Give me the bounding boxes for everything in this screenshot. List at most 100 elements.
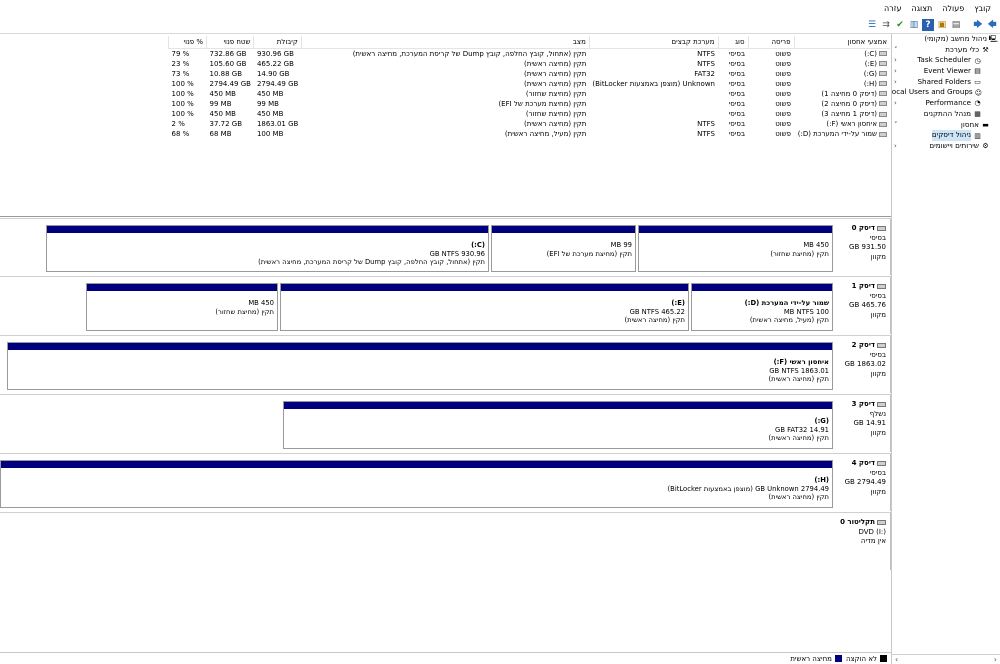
disk-label[interactable]: תקליטור 0 DVD (I:) אין מדיה — [839, 513, 891, 570]
menu-file[interactable]: קובץ — [969, 4, 996, 13]
partition-block[interactable]: 450 MB תקין (מחיצת שחזור) — [86, 283, 278, 331]
tree-item[interactable]: ◷ Task Scheduler ‹ — [892, 55, 1000, 66]
cell-capacity: 1863.01 GB — [256, 120, 299, 129]
column-header-type[interactable]: סוג — [717, 36, 748, 49]
tree-item[interactable]: ▭ Shared Folders ‹ — [892, 77, 1000, 88]
partition-size: 14.91 GB FAT32 — [775, 425, 829, 434]
device-manager-icon: ▦ — [974, 110, 981, 119]
menu-action[interactable]: פעולה — [937, 4, 969, 13]
partition-block[interactable]: (G:) 14.91 GB FAT32 תקין (מחיצה ראשית) — [283, 401, 833, 449]
table-row[interactable]: (דיסק 1 מחיצה 3) פשוט בסיסי תקין (מחיצת שחז… — [169, 109, 890, 119]
show-tree-icon[interactable]: ▤ — [950, 19, 962, 31]
partition-block[interactable]: 99 MB תקין (מחיצת מערכת של EFI) — [491, 225, 636, 272]
tree-item[interactable]: ⚒ כלי מערכת ˅ — [892, 45, 1000, 56]
check-icon[interactable]: ✔ — [894, 19, 906, 31]
disk-name: תקליטור 0 — [840, 518, 875, 526]
help-icon[interactable]: ? — [922, 18, 934, 31]
tree-item-label: אחסון — [960, 119, 979, 129]
disk-name: דיסק 1 — [851, 282, 875, 290]
expand-chevron-icon[interactable]: ‹ — [892, 98, 897, 109]
column-header-layout[interactable]: פריסה — [747, 36, 794, 49]
cell-capacity: 465.22 GB — [256, 59, 294, 68]
back-icon[interactable]: 🡄 — [986, 19, 998, 31]
column-header-status[interactable]: מצב — [300, 36, 590, 49]
tree-horizontal-scrollbar[interactable]: ‹ › — [891, 654, 1000, 664]
partition-block[interactable]: איחסון ראשי (F:) 1863.01 GB NTFS תקין (מחי… — [7, 342, 833, 390]
console-icon[interactable]: ▥ — [908, 19, 920, 31]
tree-item[interactable]: ◔ Performance ‹ — [892, 98, 1000, 109]
table-row[interactable]: (H:) פשוט בסיסי Unknown (מוצפן באמצעות BitL… — [169, 79, 890, 89]
disk-label[interactable]: דיסק 2 בסיסי 1863.02 GB מקוון — [839, 336, 891, 393]
table-header-row: אמצעי אחסון פריסה סוג מערכת קבצים מצב קי… — [168, 36, 890, 49]
clock-icon: ◷ — [974, 56, 981, 65]
cell-status: תקין (אתחול, קובץ החלפה, קובץ Dump של קר… — [352, 49, 587, 58]
cell-percent-free: 100 % — [171, 110, 194, 119]
legend-item-primary: מחיצה ראשית — [790, 655, 842, 663]
cell-type: בסיסי — [728, 79, 745, 88]
expand-chevron-icon[interactable]: ˅ — [892, 45, 898, 56]
table-row[interactable]: (דיסק 0 מחיצה 1) פשוט בסיסי תקין (מחיצת שחז… — [169, 89, 890, 99]
tree-item[interactable]: ▦ מנהל ההתקנים — [892, 109, 1000, 120]
expand-chevron-icon[interactable]: ‹ — [892, 77, 897, 88]
partition-block[interactable]: שמור על-ידי המערכת (D:) 100 MB NTFS תקין (… — [691, 283, 833, 331]
table-row[interactable]: איחסון ראשי (F:) פשוט בסיסי NTFS תקין (מחיצה… — [169, 119, 890, 129]
tools-icon: ⚒ — [982, 46, 989, 55]
disk-size: 14.91 GB — [853, 419, 886, 428]
disk-label[interactable]: דיסק 4 בסיסי 2794.49 GB מקוון — [839, 454, 891, 511]
menu-view[interactable]: תצוגה — [907, 4, 938, 13]
expand-chevron-icon[interactable]: ˅ — [892, 120, 898, 131]
disk-state: מקוון — [870, 369, 886, 378]
column-header-filesystem[interactable]: מערכת קבצים — [588, 36, 718, 49]
tree-item[interactable]: ▤ Event Viewer ‹ — [892, 66, 1000, 77]
tree-item[interactable]: ⚙ שירותים ויישומים ‹ — [892, 141, 1000, 152]
scroll-right-icon[interactable]: › — [994, 655, 997, 664]
column-header-percent-free[interactable]: % פנוי — [168, 36, 207, 49]
disk-icon — [877, 342, 886, 348]
tree-item[interactable]: ☺Local Users and Groups‹ — [892, 87, 1000, 98]
cell-status: תקין (מחיצה ראשית) — [524, 79, 587, 88]
cell-type: בסיסי — [728, 120, 745, 129]
disk-label[interactable]: דיסק 1 בסיסי 465.76 GB מקוון — [839, 277, 891, 334]
disk-state: מקוון — [870, 310, 886, 319]
scroll-left-icon[interactable]: ‹ — [895, 655, 898, 664]
table-row[interactable]: שמור על-ידי המערכת (D:) פשוט בסיסי NTFS תקין… — [169, 129, 890, 139]
tree-item[interactable]: ▬ אחסון ˅ — [892, 120, 1000, 131]
tree-item-label: Performance — [925, 98, 971, 108]
disk-label[interactable]: דיסק 3 נשלף 14.91 GB מקוון — [839, 395, 891, 452]
toolbar-separator — [964, 19, 970, 31]
tree-item[interactable]: ▥ ניהול דיסקים — [892, 130, 1000, 141]
list-icon[interactable]: ☰ — [866, 19, 878, 31]
column-header-capacity[interactable]: קיבולת — [253, 36, 302, 49]
cell-capacity: 930.96 GB — [256, 49, 294, 58]
disk-label[interactable]: דיסק 0 בסיסי 931.50 GB מקוון — [839, 219, 891, 275]
table-row[interactable]: (E:) פשוט בסיסי NTFS תקין (מחיצה ראשית) 465.2… — [169, 59, 890, 69]
expand-chevron-icon[interactable]: ‹ — [892, 66, 897, 77]
expand-chevron-icon[interactable]: ‹ — [892, 55, 897, 66]
cell-status: תקין (מחיצה ראשית) — [524, 120, 587, 129]
disk-size: 1863.02 GB — [844, 360, 886, 369]
column-header-free-space[interactable]: שטח פנוי — [206, 36, 254, 49]
cell-percent-free: 73 % — [171, 69, 190, 78]
disk-icon — [877, 225, 886, 231]
table-row[interactable]: (G:) פשוט בסיסי FAT32 תקין (מחיצה ראשית) 14.9… — [169, 69, 890, 79]
menu-bar: קובץ פעולה תצוגה עזרה — [0, 0, 1000, 16]
cell-percent-free: 100 % — [171, 89, 194, 98]
menu-help[interactable]: עזרה — [879, 4, 907, 13]
partition-block[interactable]: (E:) 465.22 GB NTFS תקין (מחיצה ראשית) — [280, 283, 689, 331]
forward-icon[interactable]: 🡆 — [972, 19, 984, 31]
table-row[interactable]: (C:) פשוט בסיסי NTFS תקין (אתחול, קובץ החלפה… — [169, 48, 890, 59]
column-header-volume[interactable]: אמצעי אחסון — [793, 36, 890, 49]
cell-capacity: 100 MB — [256, 130, 284, 139]
partition-block[interactable]: (C:) 930.96 GB NTFS תקין (אתחול, קובץ החלפ… — [46, 225, 489, 272]
properties-icon[interactable]: ▣ — [936, 19, 948, 31]
partition-status: תקין (מעיל, מחיצה ראשית) — [749, 316, 829, 325]
partition-block[interactable]: 450 MB תקין (מחיצת שחזור) — [638, 225, 833, 272]
cell-volume-name: (H:) — [794, 79, 890, 89]
expand-chevron-icon[interactable]: ‹ — [892, 141, 897, 152]
tree-item[interactable]: 🖳 ניהול מחשב (מקומי) — [892, 34, 1000, 45]
export-icon[interactable]: ⇉ — [880, 19, 892, 31]
partition-block[interactable]: (H:) 2794.49 GB Unknown (מוצפן באמצעות Bi… — [0, 460, 833, 508]
table-row[interactable]: (דיסק 0 מחיצה 2) פשוט בסיסי תקין (מחיצת מער… — [169, 99, 890, 109]
volume-label: (דיסק 0 מחיצה 2) — [821, 99, 877, 108]
tree-item-label: Shared Folders — [917, 76, 971, 86]
